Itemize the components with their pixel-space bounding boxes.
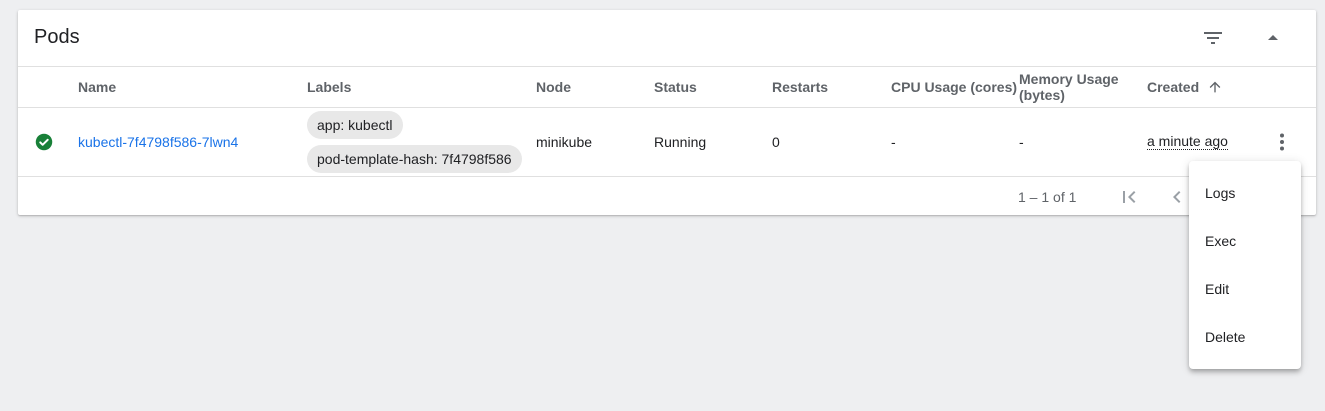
- table-row: kubectl-7f4798f586-7lwn4 app: kubectl po…: [18, 108, 1316, 177]
- row-actions-menu: Logs Exec Edit Delete: [1189, 161, 1301, 369]
- collapse-icon[interactable]: [1261, 26, 1285, 50]
- pagination-range: 1 – 1 of 1: [1018, 189, 1077, 205]
- pod-name-cell: kubectl-7f4798f586-7lwn4: [78, 108, 238, 176]
- created-value: a minute ago: [1147, 133, 1228, 150]
- check-circle-icon: [35, 108, 53, 176]
- menu-item-edit[interactable]: Edit: [1189, 265, 1301, 313]
- chevron-left-icon[interactable]: [1165, 185, 1189, 209]
- column-header-created[interactable]: Created: [1147, 67, 1223, 107]
- column-header-status: Status: [654, 79, 697, 95]
- label-chip: pod-template-hash: 7f4798f586: [307, 145, 522, 173]
- column-header-restarts: Restarts: [772, 79, 829, 95]
- sort-arrow-up-icon[interactable]: [1207, 79, 1223, 95]
- menu-item-logs[interactable]: Logs: [1189, 169, 1301, 217]
- more-vert-icon[interactable]: [1270, 130, 1294, 154]
- column-header-created-label: Created: [1147, 79, 1200, 95]
- memory-cell: -: [1019, 134, 1024, 150]
- column-header-memory: Memory Usage (bytes): [1019, 67, 1119, 107]
- card-header: Pods: [18, 10, 1316, 67]
- pods-card: Pods Name Labels Node Status Restarts CP…: [18, 10, 1316, 215]
- column-header-name[interactable]: Name: [78, 67, 116, 107]
- column-header-memory-line2: (bytes): [1019, 87, 1065, 103]
- label-chip: app: kubectl: [307, 111, 403, 139]
- column-header-labels: Labels: [307, 79, 352, 95]
- menu-item-exec[interactable]: Exec: [1189, 217, 1301, 265]
- column-header-memory-line1: Memory Usage: [1019, 71, 1119, 87]
- labels-cell: app: kubectl pod-template-hash: 7f4798f5…: [307, 108, 522, 176]
- pod-name-link[interactable]: kubectl-7f4798f586-7lwn4: [78, 134, 238, 150]
- column-header-cpu: CPU Usage (cores): [891, 79, 1018, 95]
- table-header: Name Labels Node Status Restarts CPU Usa…: [18, 67, 1316, 108]
- status-cell: Running: [654, 134, 707, 150]
- node-cell: minikube: [536, 134, 593, 150]
- cpu-cell: -: [891, 134, 896, 150]
- restarts-cell: 0: [772, 134, 780, 150]
- pagination-bar: 1 – 1 of 1: [18, 177, 1316, 217]
- first-page-icon[interactable]: [1117, 185, 1141, 209]
- column-header-node: Node: [536, 79, 571, 95]
- menu-item-delete[interactable]: Delete: [1189, 313, 1301, 361]
- card-title: Pods: [34, 26, 80, 48]
- filter-icon[interactable]: [1201, 26, 1225, 50]
